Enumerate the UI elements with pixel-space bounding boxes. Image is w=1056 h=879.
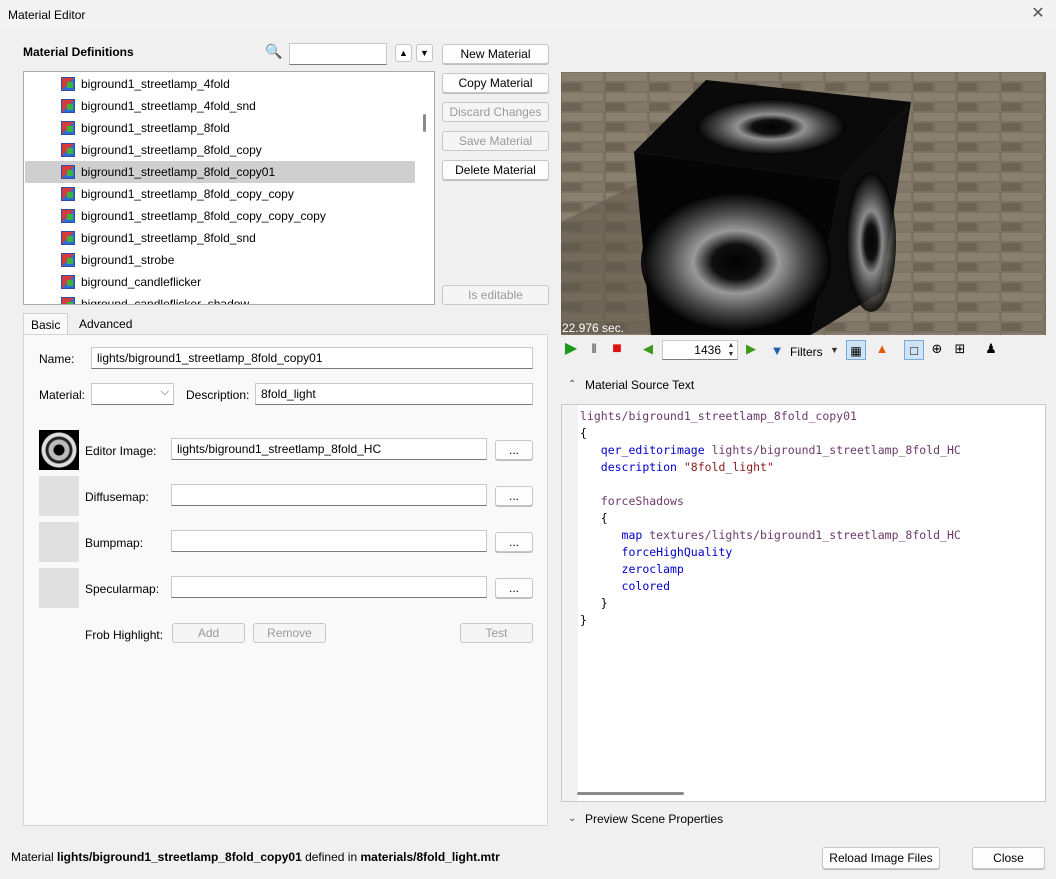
filter-icon[interactable]: ▼: [767, 341, 787, 361]
material-icon: [61, 231, 75, 245]
list-item[interactable]: biground_candleflicker_shadow: [25, 293, 415, 304]
diffusemap-field[interactable]: [171, 484, 487, 506]
filters-label[interactable]: Filters: [790, 345, 823, 359]
specularmap-browse-button[interactable]: ...: [495, 578, 533, 598]
material-icon: [61, 165, 75, 179]
preview-time: 22.976 sec.: [562, 321, 625, 335]
diffusemap-browse-button[interactable]: ...: [495, 486, 533, 506]
tab-advanced[interactable]: Advanced: [72, 313, 139, 335]
editor-image-label: Editor Image:: [85, 444, 157, 458]
discard-changes-button[interactable]: Discard Changes: [442, 102, 549, 122]
delete-material-button[interactable]: Delete Material: [442, 160, 549, 180]
status-material-name: lights/biground1_streetlamp_8fold_copy01: [57, 850, 302, 864]
cube-icon[interactable]: □: [904, 340, 924, 360]
material-select[interactable]: ⌵: [91, 383, 174, 405]
frob-test-button[interactable]: Test: [460, 623, 533, 643]
pause-icon[interactable]: ‖: [584, 339, 604, 359]
checker-background-icon[interactable]: ▦: [846, 340, 866, 360]
close-button[interactable]: Close: [972, 847, 1045, 869]
filters-dropdown-icon[interactable]: ▼: [830, 345, 839, 355]
move-down-button[interactable]: ▼: [416, 44, 433, 62]
specularmap-label: Specularmap:: [85, 582, 160, 596]
window-title: Material Editor: [8, 8, 86, 22]
frob-remove-button[interactable]: Remove: [253, 623, 326, 643]
list-item-selected[interactable]: biground1_streetlamp_8fold_copy01: [25, 161, 415, 183]
material-label: Material:: [39, 388, 86, 402]
list-item[interactable]: biground1_streetlamp_8fold_copy: [25, 139, 415, 161]
list-item[interactable]: biground1_streetlamp_8fold_copy_copy_cop…: [25, 205, 415, 227]
bumpmap-thumbnail: [39, 522, 79, 562]
list-item[interactable]: biground1_streetlamp_8fold_snd: [25, 227, 415, 249]
material-icon: [61, 121, 75, 135]
material-list[interactable]: biground1_streetlamp_4fold biground1_str…: [23, 71, 435, 305]
editor-image-thumbnail: [39, 430, 79, 470]
list-item[interactable]: biground1_streetlamp_4fold_snd: [25, 95, 415, 117]
status-line: Material lights/biground1_streetlamp_8fo…: [11, 850, 500, 864]
sphere-icon[interactable]: ⊕: [927, 339, 947, 359]
search-input[interactable]: [289, 43, 387, 65]
new-material-button[interactable]: New Material: [442, 44, 549, 64]
name-field[interactable]: lights/biground1_streetlamp_8fold_copy01: [91, 347, 533, 369]
material-icon: [61, 77, 75, 91]
definitions-title: Material Definitions: [23, 45, 134, 59]
search-icon: 🔍: [265, 43, 283, 59]
material-icon: [61, 187, 75, 201]
source-gutter: [562, 405, 578, 801]
move-up-button[interactable]: ▲: [395, 44, 412, 62]
name-label: Name:: [39, 352, 75, 366]
copy-material-button[interactable]: Copy Material: [442, 73, 549, 93]
tab-basic[interactable]: Basic: [23, 313, 69, 335]
frob-add-button[interactable]: Add: [172, 623, 245, 643]
list-item[interactable]: biground_candleflicker: [25, 271, 415, 293]
description-label: Description:: [186, 388, 250, 402]
list-item[interactable]: biground1_strobe: [25, 249, 415, 271]
material-preview-viewport[interactable]: 22.976 sec.: [561, 72, 1046, 335]
play-icon[interactable]: ▶: [561, 339, 581, 359]
scene-expand-chevron-icon[interactable]: ⌄: [568, 813, 576, 824]
step-back-icon[interactable]: ◀: [638, 339, 658, 359]
editor-image-browse-button[interactable]: ...: [495, 440, 533, 460]
is-editable-button[interactable]: Is editable: [442, 285, 549, 305]
stepper-arrows-icon[interactable]: ▲ ▼: [725, 341, 737, 359]
list-item[interactable]: biground1_streetlamp_8fold: [25, 117, 415, 139]
source-code: lights/biground1_streetlamp_8fold_copy01…: [580, 409, 961, 627]
list-item[interactable]: biground1_streetlamp_8fold_copy_copy: [25, 183, 415, 205]
status-file-name: materials/8fold_light.mtr: [360, 850, 500, 864]
chevron-down-icon: ⌵: [160, 386, 169, 398]
reload-image-files-button[interactable]: Reload Image Files: [822, 847, 940, 869]
source-collapse-chevron-icon[interactable]: ⌃: [568, 379, 576, 390]
editor-image-field[interactable]: lights/biground1_streetlamp_8fold_HC: [171, 438, 487, 460]
stop-icon[interactable]: ■: [607, 339, 627, 359]
scene-properties-title[interactable]: Preview Scene Properties: [585, 812, 723, 826]
frob-highlight-label: Frob Highlight:: [85, 628, 164, 642]
source-horizontal-scrollbar[interactable]: [577, 792, 684, 795]
diffusemap-label: Diffusemap:: [85, 490, 149, 504]
material-icon: [61, 275, 75, 289]
material-icon: [61, 297, 75, 304]
preview-scene: [561, 72, 1046, 335]
description-field[interactable]: 8fold_light: [255, 383, 533, 405]
specularmap-thumbnail: [39, 568, 79, 608]
bumpmap-browse-button[interactable]: ...: [495, 532, 533, 552]
close-icon[interactable]: ✕: [1028, 4, 1048, 24]
grid-icon[interactable]: ⊞: [950, 339, 970, 359]
bumpmap-field[interactable]: [171, 530, 487, 552]
material-icon: [61, 209, 75, 223]
bumpmap-label: Bumpmap:: [85, 536, 144, 550]
list-scrollbar[interactable]: [423, 114, 426, 132]
material-icon: [61, 143, 75, 157]
save-material-button[interactable]: Save Material: [442, 131, 549, 151]
step-forward-icon[interactable]: ▶: [741, 339, 761, 359]
title-bar: Material Editor ✕: [0, 0, 1056, 30]
material-icon: [61, 253, 75, 267]
source-text-editor[interactable]: lights/biground1_streetlamp_8fold_copy01…: [561, 404, 1046, 802]
light-icon[interactable]: ▲: [872, 339, 892, 359]
diffusemap-thumbnail: [39, 476, 79, 516]
source-text-title[interactable]: Material Source Text: [585, 378, 694, 392]
material-icon: [61, 99, 75, 113]
specularmap-field[interactable]: [171, 576, 487, 598]
person-icon[interactable]: ♟: [981, 339, 1001, 359]
list-item[interactable]: biground1_streetlamp_4fold: [25, 73, 415, 95]
